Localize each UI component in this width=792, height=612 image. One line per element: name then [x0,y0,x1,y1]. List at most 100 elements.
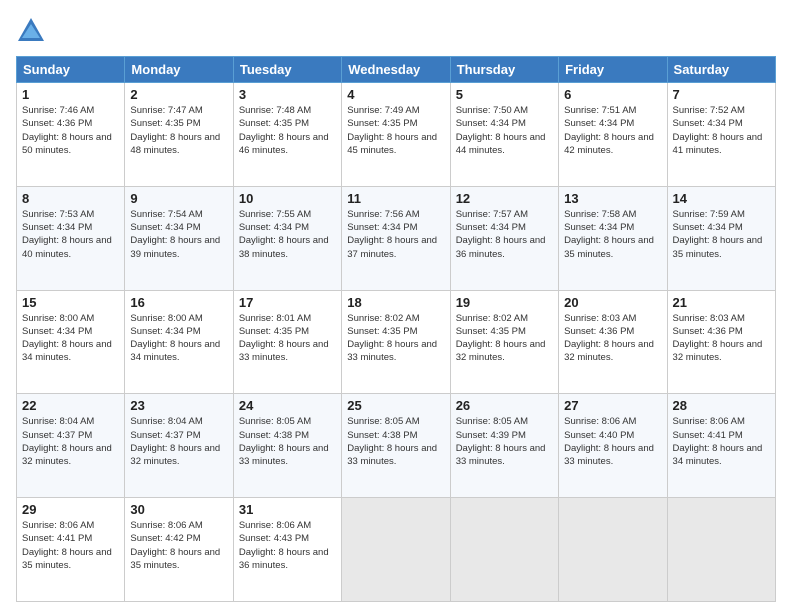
cell-info: Sunrise: 7:48 AMSunset: 4:35 PMDaylight:… [239,105,329,156]
cell-info: Sunrise: 8:05 AMSunset: 4:38 PMDaylight:… [239,416,329,467]
cell-info: Sunrise: 8:06 AMSunset: 4:43 PMDaylight:… [239,520,329,571]
calendar-cell [342,498,450,602]
calendar-cell: 6 Sunrise: 7:51 AMSunset: 4:34 PMDayligh… [559,83,667,187]
day-number: 27 [564,398,661,413]
logo-icon [16,16,46,46]
calendar-cell: 12 Sunrise: 7:57 AMSunset: 4:34 PMDaylig… [450,186,558,290]
day-number: 5 [456,87,553,102]
cell-info: Sunrise: 7:46 AMSunset: 4:36 PMDaylight:… [22,105,112,156]
calendar-cell: 7 Sunrise: 7:52 AMSunset: 4:34 PMDayligh… [667,83,775,187]
cell-info: Sunrise: 7:56 AMSunset: 4:34 PMDaylight:… [347,209,437,260]
cell-info: Sunrise: 7:55 AMSunset: 4:34 PMDaylight:… [239,209,329,260]
cell-info: Sunrise: 8:03 AMSunset: 4:36 PMDaylight:… [564,313,654,364]
cell-info: Sunrise: 8:00 AMSunset: 4:34 PMDaylight:… [130,313,220,364]
calendar-table: SundayMondayTuesdayWednesdayThursdayFrid… [16,56,776,602]
day-number: 17 [239,295,336,310]
day-number: 12 [456,191,553,206]
day-number: 8 [22,191,119,206]
calendar-cell [559,498,667,602]
day-number: 22 [22,398,119,413]
day-number: 19 [456,295,553,310]
calendar-cell: 10 Sunrise: 7:55 AMSunset: 4:34 PMDaylig… [233,186,341,290]
day-number: 2 [130,87,227,102]
day-header-thursday: Thursday [450,57,558,83]
day-header-monday: Monday [125,57,233,83]
cell-info: Sunrise: 7:50 AMSunset: 4:34 PMDaylight:… [456,105,546,156]
calendar-cell: 21 Sunrise: 8:03 AMSunset: 4:36 PMDaylig… [667,290,775,394]
day-number: 3 [239,87,336,102]
day-number: 25 [347,398,444,413]
page-container: SundayMondayTuesdayWednesdayThursdayFrid… [0,0,792,612]
day-number: 16 [130,295,227,310]
day-number: 9 [130,191,227,206]
calendar-cell: 29 Sunrise: 8:06 AMSunset: 4:41 PMDaylig… [17,498,125,602]
calendar-cell: 26 Sunrise: 8:05 AMSunset: 4:39 PMDaylig… [450,394,558,498]
day-header-wednesday: Wednesday [342,57,450,83]
cell-info: Sunrise: 8:04 AMSunset: 4:37 PMDaylight:… [130,416,220,467]
calendar-cell: 20 Sunrise: 8:03 AMSunset: 4:36 PMDaylig… [559,290,667,394]
cell-info: Sunrise: 7:53 AMSunset: 4:34 PMDaylight:… [22,209,112,260]
calendar-cell: 18 Sunrise: 8:02 AMSunset: 4:35 PMDaylig… [342,290,450,394]
cell-info: Sunrise: 8:05 AMSunset: 4:38 PMDaylight:… [347,416,437,467]
cell-info: Sunrise: 7:54 AMSunset: 4:34 PMDaylight:… [130,209,220,260]
day-number: 20 [564,295,661,310]
calendar-cell: 24 Sunrise: 8:05 AMSunset: 4:38 PMDaylig… [233,394,341,498]
day-number: 4 [347,87,444,102]
calendar-cell [667,498,775,602]
day-header-friday: Friday [559,57,667,83]
day-number: 6 [564,87,661,102]
day-number: 15 [22,295,119,310]
calendar-cell: 11 Sunrise: 7:56 AMSunset: 4:34 PMDaylig… [342,186,450,290]
cell-info: Sunrise: 8:06 AMSunset: 4:42 PMDaylight:… [130,520,220,571]
day-number: 29 [22,502,119,517]
calendar-cell: 19 Sunrise: 8:02 AMSunset: 4:35 PMDaylig… [450,290,558,394]
calendar-header-row: SundayMondayTuesdayWednesdayThursdayFrid… [17,57,776,83]
calendar-cell: 16 Sunrise: 8:00 AMSunset: 4:34 PMDaylig… [125,290,233,394]
calendar-cell: 8 Sunrise: 7:53 AMSunset: 4:34 PMDayligh… [17,186,125,290]
calendar-week-row: 29 Sunrise: 8:06 AMSunset: 4:41 PMDaylig… [17,498,776,602]
calendar-cell: 14 Sunrise: 7:59 AMSunset: 4:34 PMDaylig… [667,186,775,290]
day-number: 10 [239,191,336,206]
calendar-cell: 9 Sunrise: 7:54 AMSunset: 4:34 PMDayligh… [125,186,233,290]
calendar-cell: 17 Sunrise: 8:01 AMSunset: 4:35 PMDaylig… [233,290,341,394]
cell-info: Sunrise: 8:06 AMSunset: 4:41 PMDaylight:… [673,416,763,467]
calendar-cell: 28 Sunrise: 8:06 AMSunset: 4:41 PMDaylig… [667,394,775,498]
calendar-cell: 30 Sunrise: 8:06 AMSunset: 4:42 PMDaylig… [125,498,233,602]
cell-info: Sunrise: 8:00 AMSunset: 4:34 PMDaylight:… [22,313,112,364]
day-number: 7 [673,87,770,102]
cell-info: Sunrise: 7:47 AMSunset: 4:35 PMDaylight:… [130,105,220,156]
day-number: 31 [239,502,336,517]
cell-info: Sunrise: 8:02 AMSunset: 4:35 PMDaylight:… [456,313,546,364]
calendar-cell: 15 Sunrise: 8:00 AMSunset: 4:34 PMDaylig… [17,290,125,394]
day-header-saturday: Saturday [667,57,775,83]
day-header-tuesday: Tuesday [233,57,341,83]
day-number: 13 [564,191,661,206]
calendar-cell: 3 Sunrise: 7:48 AMSunset: 4:35 PMDayligh… [233,83,341,187]
day-number: 14 [673,191,770,206]
day-number: 26 [456,398,553,413]
cell-info: Sunrise: 7:57 AMSunset: 4:34 PMDaylight:… [456,209,546,260]
calendar-cell: 2 Sunrise: 7:47 AMSunset: 4:35 PMDayligh… [125,83,233,187]
cell-info: Sunrise: 8:05 AMSunset: 4:39 PMDaylight:… [456,416,546,467]
cell-info: Sunrise: 8:04 AMSunset: 4:37 PMDaylight:… [22,416,112,467]
cell-info: Sunrise: 7:49 AMSunset: 4:35 PMDaylight:… [347,105,437,156]
calendar-week-row: 1 Sunrise: 7:46 AMSunset: 4:36 PMDayligh… [17,83,776,187]
cell-info: Sunrise: 7:52 AMSunset: 4:34 PMDaylight:… [673,105,763,156]
day-number: 24 [239,398,336,413]
cell-info: Sunrise: 8:03 AMSunset: 4:36 PMDaylight:… [673,313,763,364]
calendar-cell: 31 Sunrise: 8:06 AMSunset: 4:43 PMDaylig… [233,498,341,602]
cell-info: Sunrise: 7:58 AMSunset: 4:34 PMDaylight:… [564,209,654,260]
day-header-sunday: Sunday [17,57,125,83]
calendar-week-row: 15 Sunrise: 8:00 AMSunset: 4:34 PMDaylig… [17,290,776,394]
day-number: 21 [673,295,770,310]
day-number: 11 [347,191,444,206]
calendar-cell: 13 Sunrise: 7:58 AMSunset: 4:34 PMDaylig… [559,186,667,290]
calendar-cell: 5 Sunrise: 7:50 AMSunset: 4:34 PMDayligh… [450,83,558,187]
day-number: 30 [130,502,227,517]
logo [16,16,50,46]
cell-info: Sunrise: 8:01 AMSunset: 4:35 PMDaylight:… [239,313,329,364]
day-number: 18 [347,295,444,310]
calendar-cell [450,498,558,602]
calendar-cell: 23 Sunrise: 8:04 AMSunset: 4:37 PMDaylig… [125,394,233,498]
cell-info: Sunrise: 8:02 AMSunset: 4:35 PMDaylight:… [347,313,437,364]
